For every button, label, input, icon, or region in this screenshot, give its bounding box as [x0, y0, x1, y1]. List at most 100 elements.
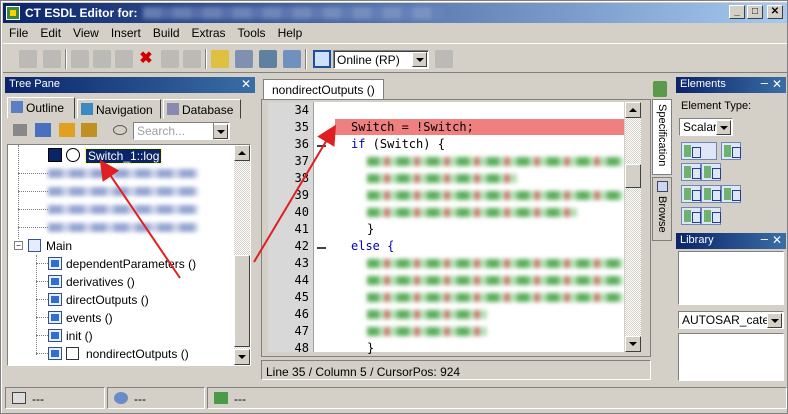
title-bar: CT ESDL Editor for: _ □ ✕	[3, 3, 787, 23]
monitor-icon[interactable]	[313, 50, 331, 68]
insert-element-button[interactable]	[701, 207, 721, 225]
collapse-toggle[interactable]: −	[14, 241, 23, 250]
fold-marker-icon[interactable]	[317, 247, 326, 249]
scroll-down-button[interactable]	[234, 349, 250, 365]
filter-icon[interactable]	[13, 124, 27, 136]
window-title: CT ESDL Editor for:	[25, 6, 138, 20]
redacted-code	[367, 259, 623, 268]
fold-marker-icon[interactable]	[317, 145, 326, 147]
outline-tree[interactable]: Switch_1::log − Main dependentParameters…	[7, 144, 251, 366]
paste-icon[interactable]	[115, 50, 133, 68]
menu-file[interactable]: File	[3, 24, 34, 42]
minimize-icon[interactable]: –	[761, 75, 768, 90]
sort-icon[interactable]	[35, 123, 51, 137]
delete-icon[interactable]: ✖	[137, 50, 155, 68]
line-number: 40	[294, 205, 309, 219]
editor-tab[interactable]: nondirectOutputs ()	[263, 79, 384, 99]
redacted-path	[143, 7, 443, 19]
toolbar-separator	[205, 49, 207, 69]
menu-view[interactable]: View	[67, 24, 105, 42]
close-icon[interactable]: ✕	[241, 77, 251, 91]
tab-specification[interactable]: Specification	[652, 99, 672, 175]
menu-build[interactable]: Build	[147, 24, 186, 42]
scroll-thumb[interactable]	[625, 164, 641, 188]
close-icon[interactable]: ✕	[772, 77, 782, 91]
insert-element-button[interactable]	[721, 185, 741, 203]
menu-tools[interactable]: Tools	[232, 24, 272, 42]
insert-element-button[interactable]	[721, 142, 741, 160]
scroll-thumb[interactable]	[234, 255, 250, 347]
cursor-status-text: Line 35 / Column 5 / CursorPos: 924	[266, 365, 461, 379]
redacted-code	[367, 293, 623, 302]
tab-browse-label: Browse	[656, 196, 668, 233]
tab-database[interactable]: Database	[163, 99, 241, 119]
module-icon[interactable]	[235, 50, 253, 68]
tab-outline[interactable]: Outline	[7, 97, 75, 119]
insert-element-button[interactable]	[681, 142, 717, 160]
tree-search-dropdown[interactable]	[213, 122, 230, 140]
pin-icon[interactable]	[653, 81, 667, 97]
expand-all-icon[interactable]	[59, 123, 75, 137]
cut-icon[interactable]	[71, 50, 89, 68]
code-keyword: if	[351, 137, 366, 151]
menu-help[interactable]: Help	[272, 24, 309, 42]
function-icon	[48, 311, 62, 324]
redacted-tree-item	[48, 187, 198, 196]
line-number: 48	[294, 341, 309, 355]
tab-browse[interactable]: Browse	[652, 177, 672, 241]
close-button[interactable]: ✕	[767, 5, 783, 19]
editor-scrollbar[interactable]	[625, 102, 641, 352]
library-items[interactable]	[678, 333, 784, 381]
library-list[interactable]	[678, 251, 784, 305]
maximize-button[interactable]: □	[747, 5, 763, 19]
tree-line	[36, 281, 48, 282]
minimize-button[interactable]: _	[729, 5, 745, 19]
status-cell: ---	[107, 387, 205, 409]
undo-icon[interactable]	[161, 50, 179, 68]
print-icon[interactable]	[43, 50, 61, 68]
tree-line	[36, 299, 48, 300]
close-icon[interactable]: ✕	[772, 233, 782, 247]
insert-element-button[interactable]	[681, 163, 701, 181]
insert-element-button[interactable]	[681, 185, 701, 203]
editor-tab-label: nondirectOutputs ()	[272, 83, 375, 97]
insert-element-button[interactable]	[701, 163, 721, 181]
copy-icon[interactable]	[93, 50, 111, 68]
redacted-code	[367, 208, 577, 217]
minimize-icon[interactable]: –	[761, 231, 768, 246]
build-icon[interactable]	[211, 50, 229, 68]
import-icon[interactable]	[283, 50, 301, 68]
insert-element-button[interactable]	[681, 207, 701, 225]
connect-icon[interactable]	[435, 50, 453, 68]
library-category-select[interactable]: AUTOSAR_categc	[678, 311, 784, 329]
menu-edit[interactable]: Edit	[34, 24, 67, 42]
scroll-down-button[interactable]	[625, 336, 641, 352]
log-icon	[66, 148, 80, 162]
chevron-down-icon[interactable]	[214, 124, 228, 139]
chevron-down-icon[interactable]	[767, 313, 782, 328]
tab-navigation[interactable]: Navigation	[77, 99, 161, 119]
line-number: 37	[294, 154, 309, 168]
export-icon[interactable]	[259, 50, 277, 68]
status-text: ---	[32, 392, 44, 406]
element-type-select[interactable]: Scalar	[679, 118, 733, 136]
tree-scrollbar[interactable]	[234, 145, 250, 365]
chevron-down-icon[interactable]	[412, 52, 427, 67]
function-icon	[48, 257, 62, 270]
eye-icon[interactable]	[113, 125, 127, 135]
tree-tabs: Outline Navigation Database	[7, 97, 251, 119]
redo-icon[interactable]	[183, 50, 201, 68]
scroll-up-button[interactable]	[625, 102, 641, 118]
redacted-code	[367, 276, 623, 285]
menu-insert[interactable]: Insert	[105, 24, 147, 42]
mode-select[interactable]: Online (RP)	[333, 50, 429, 69]
insert-element-button[interactable]	[701, 185, 721, 203]
collapse-all-icon[interactable]	[81, 123, 97, 137]
variable-icon	[48, 148, 62, 162]
save-icon[interactable]	[19, 50, 37, 68]
chevron-down-icon[interactable]	[716, 120, 731, 135]
scroll-up-button[interactable]	[234, 145, 250, 161]
mode-select-value: Online (RP)	[337, 53, 400, 67]
menu-extras[interactable]: Extras	[186, 24, 232, 42]
redacted-code	[367, 191, 623, 200]
